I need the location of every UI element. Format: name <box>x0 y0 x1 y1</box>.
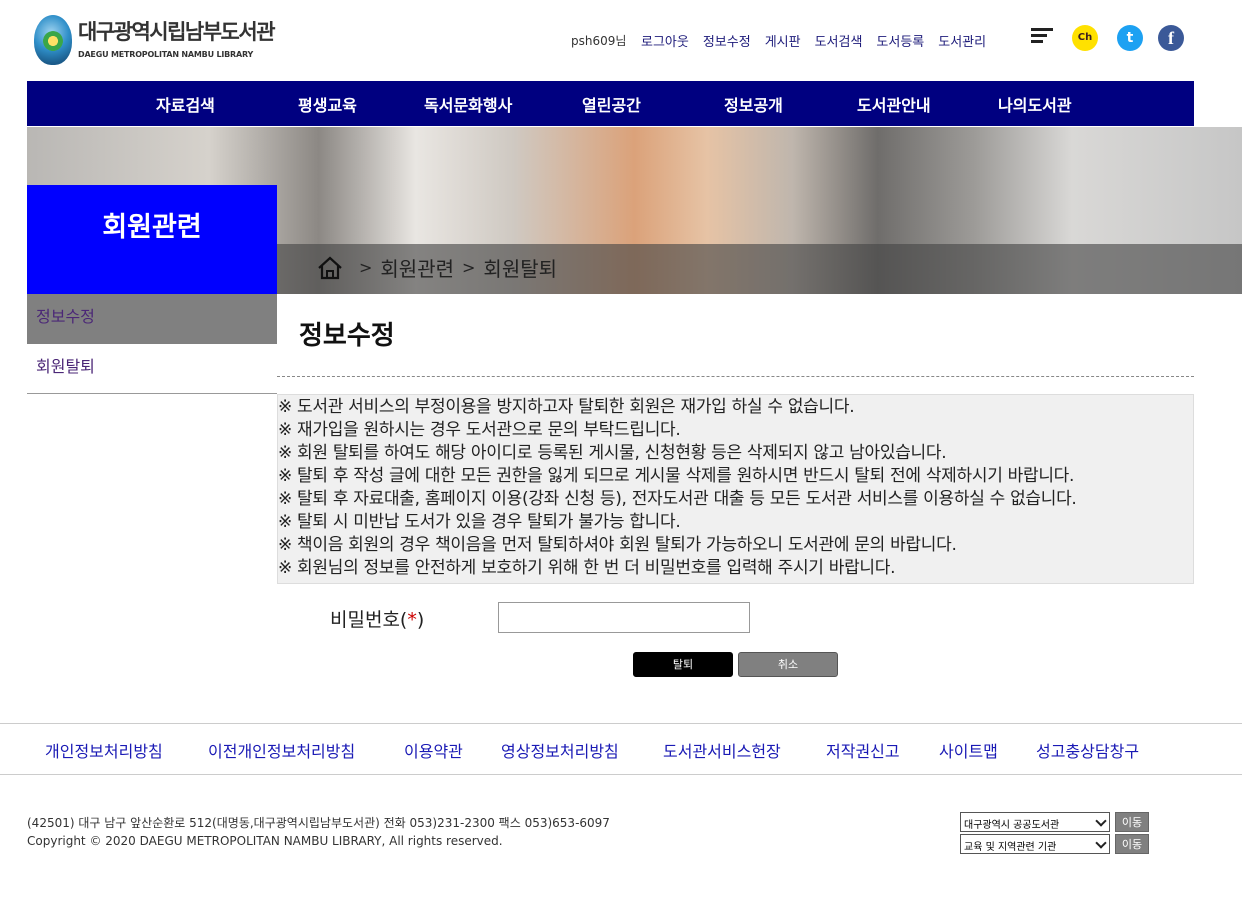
related-institution-select[interactable]: 교육 및 지역관련 기관 <box>960 834 1110 854</box>
notice-line: ※ 탈퇴 후 자료대출, 홈페이지 이용(강좌 신청 등), 전자도서관 대출 … <box>278 489 1077 509</box>
gnb-item-library-guide[interactable]: 도서관안내 <box>857 92 931 116</box>
footer-link-privacy[interactable]: 개인정보처리방침 <box>45 738 163 762</box>
facebook-icon[interactable]: f <box>1158 25 1184 51</box>
lnb-item-withdraw[interactable]: 회원탈퇴 <box>27 344 277 394</box>
footer-link-service-charter[interactable]: 도서관서비스헌장 <box>663 738 781 762</box>
notice-line: ※ 탈퇴 시 미반납 도서가 있을 경우 탈퇴가 불가능 합니다. <box>278 512 681 532</box>
breadcrumb-separator: > <box>462 258 476 277</box>
withdraw-notice-box: ※ 도서관 서비스의 부정이용을 방지하고자 탈퇴한 회원은 재가입 하실 수 … <box>277 394 1194 584</box>
user-name: psh609님 <box>571 34 627 48</box>
footer-link-sitemap[interactable]: 사이트맵 <box>939 738 998 762</box>
password-input[interactable] <box>498 602 750 633</box>
footer-address: (42501) 대구 남구 앞산순환로 512(대명동,대구광역시립남부도서관)… <box>27 814 610 850</box>
notice-line: ※ 도서관 서비스의 부정이용을 방지하고자 탈퇴한 회원은 재가입 하실 수 … <box>278 397 855 417</box>
go-button-related-institution[interactable]: 이동 <box>1115 834 1149 854</box>
required-mark: * <box>407 609 417 631</box>
global-navigation: 자료검색 평생교육 독서문화행사 열린공간 정보공개 도서관안내 나의도서관 <box>27 81 1194 126</box>
chevron-down-icon <box>1095 815 1107 827</box>
breadcrumb: > 회원관련 > 회원탈퇴 <box>317 253 557 282</box>
go-button-public-library[interactable]: 이동 <box>1115 812 1149 832</box>
footer-link-copyright-report[interactable]: 저작권신고 <box>826 738 900 762</box>
breadcrumb-item-member[interactable]: 회원관련 <box>380 253 454 282</box>
logo-subtitle: DAEGU METROPOLITAN NAMBU LIBRARY <box>78 50 254 59</box>
chevron-down-icon <box>1095 837 1107 849</box>
twitter-icon[interactable]: t <box>1117 25 1143 51</box>
logo-emblem-icon <box>34 15 72 65</box>
logout-link[interactable]: 로그아웃 <box>641 31 689 50</box>
utility-bar: psh609님 로그아웃 정보수정 게시판 도서검색 도서등록 도서관리 Ch … <box>560 24 1242 54</box>
notice-line: ※ 재가입을 원하시는 경우 도서관으로 문의 부탁드립니다. <box>278 420 681 440</box>
notice-line: ※ 책이음 회원의 경우 책이음을 먼저 탈퇴하셔야 회원 탈퇴가 가능하오니 … <box>278 535 957 555</box>
cancel-button[interactable]: 취소 <box>738 652 838 677</box>
book-search-link[interactable]: 도서검색 <box>815 31 863 50</box>
password-label: 비밀번호(*) <box>330 609 425 631</box>
kakao-channel-icon[interactable]: Ch <box>1072 25 1098 51</box>
footer-link-old-privacy[interactable]: 이전개인정보처리방침 <box>208 738 355 762</box>
gnb-item-lifelong-education[interactable]: 평생교육 <box>298 92 357 116</box>
notice-line: ※ 탈퇴 후 작성 글에 대한 모든 권한을 잃게 되므로 게시물 삭제를 원하… <box>278 466 1075 486</box>
gnb-item-reading-events[interactable]: 독서문화행사 <box>424 92 512 116</box>
logo-title: 대구광역시립남부도서관 <box>78 20 276 44</box>
footer-link-harassment-counsel[interactable]: 성고충상담창구 <box>1036 738 1139 762</box>
book-manage-link[interactable]: 도서관리 <box>938 31 986 50</box>
notice-line: ※ 회원님의 정보를 안전하게 보호하기 위해 한 번 더 비밀번호를 입력해 … <box>278 558 896 578</box>
title-divider <box>277 376 1194 377</box>
book-register-link[interactable]: 도서등록 <box>876 31 924 50</box>
gnb-item-open-space[interactable]: 열린공간 <box>582 92 641 116</box>
utility-links: 로그아웃 정보수정 게시판 도서검색 도서등록 도서관리 <box>641 31 1000 50</box>
home-icon[interactable] <box>317 256 343 280</box>
breadcrumb-separator: > <box>359 258 373 277</box>
footer-link-terms[interactable]: 이용약관 <box>404 738 463 762</box>
lnb-item-edit-info[interactable]: 정보수정 <box>27 294 277 344</box>
address-text: (42501) 대구 남구 앞산순환로 512(대명동,대구광역시립남부도서관)… <box>27 816 610 830</box>
gnb-item-my-library[interactable]: 나의도서관 <box>998 92 1072 116</box>
page-title: 정보수정 <box>299 321 395 351</box>
breadcrumb-item-withdraw: 회원탈퇴 <box>483 257 558 281</box>
footer-link-cctv-policy[interactable]: 영상정보처리방침 <box>501 738 619 762</box>
board-link[interactable]: 게시판 <box>765 31 801 50</box>
public-library-select[interactable]: 대구광역시 공공도서관 <box>960 812 1110 832</box>
gnb-item-info-disclosure[interactable]: 정보공개 <box>724 92 783 116</box>
footer-navigation: 개인정보처리방침 이전개인정보처리방침 이용약관 영상정보처리방침 도서관서비스… <box>0 723 1242 775</box>
copyright-text: Copyright © 2020 DAEGU METROPOLITAN NAMB… <box>27 834 503 848</box>
lnb-title: 회원관련 <box>27 185 277 294</box>
hamburger-menu-icon[interactable] <box>1031 28 1053 43</box>
library-logo[interactable]: 대구광역시립남부도서관 DAEGU METROPOLITAN NAMBU LIB… <box>34 12 276 68</box>
edit-info-link[interactable]: 정보수정 <box>703 31 751 50</box>
withdraw-button[interactable]: 탈퇴 <box>633 652 733 677</box>
notice-line: ※ 회원 탈퇴를 하여도 해당 아이디로 등록된 게시물, 신청현황 등은 삭제… <box>278 443 947 463</box>
gnb-item-resource-search[interactable]: 자료검색 <box>156 92 215 116</box>
